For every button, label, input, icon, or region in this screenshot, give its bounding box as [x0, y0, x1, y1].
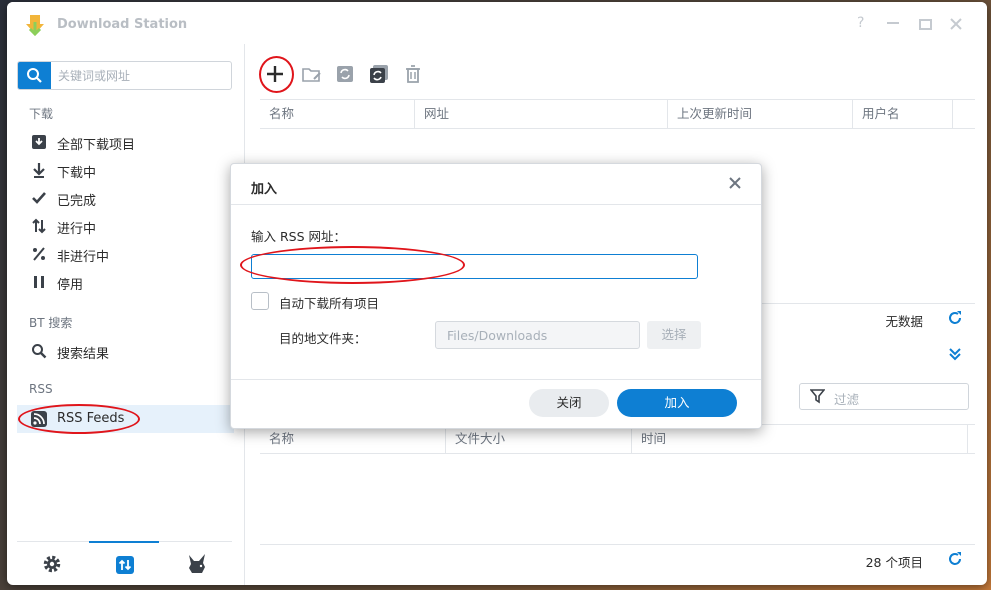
bottom-tab-bar [17, 541, 232, 585]
sidebar-item-downloading[interactable]: 下载中 [17, 156, 234, 184]
sidebar-item-label: RSS Feeds [57, 411, 125, 426]
sidebar-item-label: 非进行中 [57, 250, 110, 265]
search-box [17, 61, 232, 90]
chevron-double-down-icon[interactable] [947, 346, 963, 362]
search-input[interactable] [54, 62, 232, 89]
sidebar-item-completed[interactable]: 已完成 [17, 184, 234, 212]
items-count-text: 28 个项目 [865, 555, 923, 570]
add-button[interactable] [263, 62, 287, 86]
destination-label: 目的地文件夹： [279, 331, 367, 346]
dialog-divider [231, 379, 761, 380]
sidebar-item-label: 已完成 [57, 194, 97, 209]
sidebar-item-search-results[interactable]: 搜索结果 [17, 337, 234, 365]
refresh-square-icon [337, 66, 353, 82]
download-station-logo-icon [26, 15, 44, 36]
column-header-name[interactable]: 名称 [260, 425, 446, 453]
refresh-icon[interactable] [947, 310, 963, 326]
column-header-time[interactable]: 时间 [632, 425, 968, 453]
column-header-file-size[interactable]: 文件大小 [446, 425, 632, 453]
sidebar-item-inactive[interactable]: 非进行中 [17, 240, 234, 268]
plus-icon [267, 66, 283, 82]
close-button[interactable]: 关闭 [529, 389, 609, 417]
search-button[interactable] [18, 62, 51, 89]
auto-download-checkbox[interactable] [251, 292, 269, 310]
destination-folder-input [435, 321, 640, 349]
feeds-grid-header: 名称 网址 上次更新时间 用户名 [260, 99, 975, 129]
add-confirm-button[interactable]: 加入 [617, 389, 737, 417]
download-icon [32, 135, 46, 149]
sidebar-item-all-downloads[interactable]: 全部下载项目 [17, 128, 234, 156]
add-rss-dialog: 加入 输入 RSS 网址： 自动下载所有项目 目的地文件夹： 选择 关闭 加入 [230, 163, 762, 429]
sidebar-item-active[interactable]: 进行中 [17, 212, 234, 240]
auto-download-label: 自动下载所有项目 [279, 296, 380, 311]
search-icon [27, 68, 42, 83]
trash-icon [406, 65, 420, 83]
sidebar-item-label: 下载中 [57, 166, 97, 181]
sidebar: 下载 全部下载项目 下载中 已完成 进行中 非进行中 停用 BT 搜索 搜 [7, 44, 245, 585]
rss-url-label: 输入 RSS 网址： [251, 229, 347, 244]
rss-icon [31, 411, 47, 427]
section-heading-download: 下载 [29, 107, 54, 121]
folder-edit-icon [302, 68, 321, 82]
app-title: Download Station [57, 17, 188, 32]
transfers-tab[interactable] [89, 541, 159, 585]
help-button[interactable]: ? [857, 15, 864, 31]
settings-tab[interactable] [17, 542, 87, 585]
maximize-icon[interactable] [919, 19, 932, 30]
pause-icon [34, 276, 44, 288]
filter-icon [810, 389, 825, 404]
dialog-title: 加入 [251, 182, 278, 197]
close-icon[interactable] [729, 177, 741, 189]
sidebar-item-label: 搜索结果 [57, 347, 110, 362]
column-header-last-update[interactable]: 上次更新时间 [668, 100, 853, 128]
sidebar-item-rss-feeds[interactable]: RSS Feeds [17, 405, 234, 433]
arrow-down-icon [33, 163, 45, 178]
refresh-feed-button[interactable] [333, 62, 357, 86]
dialog-divider [231, 204, 761, 205]
filter-placeholder: 过滤 [834, 392, 860, 407]
edit-button[interactable] [300, 62, 324, 86]
choose-folder-button: 选择 [647, 321, 701, 349]
emule-tab[interactable] [162, 542, 232, 585]
minimize-icon[interactable] [887, 22, 899, 26]
section-heading-rss: RSS [29, 382, 53, 396]
gear-icon [43, 555, 61, 573]
title-bar: Download Station ? [7, 2, 987, 44]
refresh-icon[interactable] [947, 551, 963, 567]
delete-button[interactable] [401, 62, 425, 86]
sidebar-item-label: 进行中 [57, 222, 97, 237]
sidebar-item-label: 全部下载项目 [57, 138, 136, 153]
percent-icon [33, 247, 45, 261]
check-icon [32, 192, 46, 204]
arrows-updown-icon [32, 218, 46, 234]
close-window-icon[interactable] [950, 18, 962, 30]
refresh-all-icon [370, 65, 388, 83]
section-heading-bt-search: BT 搜索 [29, 316, 73, 330]
sidebar-item-stopped[interactable]: 停用 [17, 268, 234, 296]
transfer-icon [116, 556, 134, 574]
column-header-name[interactable]: 名称 [260, 100, 415, 128]
feeds-count-text: 无数据 [885, 314, 923, 329]
rss-url-input[interactable] [251, 254, 698, 279]
items-grid-footer: 28 个项目 [260, 544, 975, 575]
column-header-url[interactable]: 网址 [415, 100, 668, 128]
filter-input[interactable]: 过滤 [799, 383, 969, 410]
search-icon [32, 344, 47, 359]
sidebar-item-label: 停用 [57, 278, 84, 293]
column-header-username[interactable]: 用户名 [853, 100, 953, 128]
donkey-icon [189, 554, 205, 573]
refresh-all-button[interactable] [367, 62, 391, 86]
